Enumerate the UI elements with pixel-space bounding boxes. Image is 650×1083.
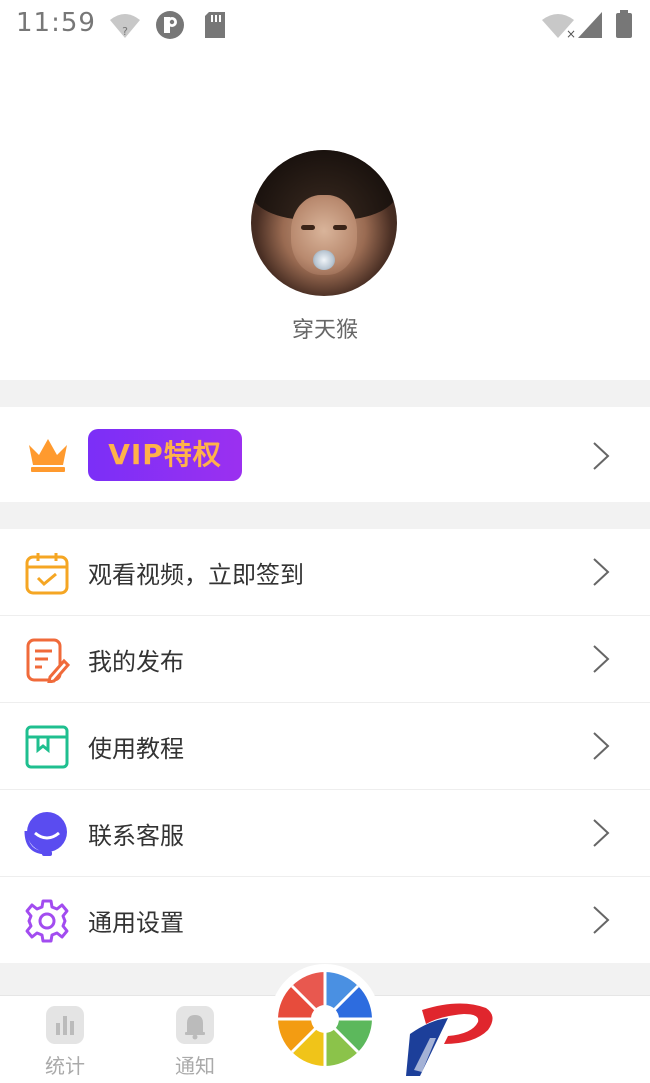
status-bar: 11:59 ? × (0, 0, 650, 50)
menu-item-label: 观看视频，立即签到 (88, 561, 304, 589)
color-wheel-icon[interactable] (270, 964, 380, 1074)
edit-doc-icon (26, 638, 70, 683)
vip-badge[interactable]: VIP特权 (88, 429, 242, 481)
menu-item-my-posts[interactable]: 我的发布 (0, 616, 650, 702)
tab-notifications[interactable]: 通知 (155, 1006, 235, 1078)
tab-label: 通知 (175, 1054, 215, 1078)
section-gap (0, 380, 650, 407)
chevron-right-icon (593, 645, 610, 673)
menu-item-label: 使用教程 (88, 735, 184, 763)
username: 穿天猴 (291, 318, 358, 343)
chevron-right-icon (593, 906, 610, 934)
p-logo-icon (406, 1003, 493, 1076)
menu-item-label: 通用设置 (88, 909, 184, 937)
chevron-right-icon (593, 819, 610, 847)
calendar-check-icon (25, 553, 69, 595)
bell-icon (176, 1006, 214, 1044)
chevron-right-icon (593, 558, 610, 586)
gear-icon (25, 899, 69, 943)
svg-text:×: × (566, 27, 576, 40)
crown-icon (29, 439, 67, 472)
sd-card-icon (205, 12, 225, 38)
stats-icon (46, 1006, 84, 1044)
menu-item-label: 我的发布 (88, 648, 184, 676)
menu-item-label: 联系客服 (88, 822, 184, 850)
wifi-unknown-icon: ? (110, 14, 140, 38)
section-gap (0, 502, 650, 529)
support-chat-icon (24, 812, 67, 856)
svg-text:?: ? (122, 25, 128, 38)
menu-item-support[interactable]: 联系客服 (0, 790, 650, 876)
circle-app-icon (156, 11, 184, 39)
tutorial-box-icon (25, 725, 69, 769)
signal-icon (578, 12, 602, 38)
menu-item-settings[interactable]: 通用设置 (0, 877, 650, 963)
avatar[interactable] (251, 150, 397, 296)
tab-label: 统计 (45, 1054, 85, 1078)
status-time: 11:59 (16, 8, 96, 38)
battery-icon (616, 10, 632, 38)
chevron-right-icon (593, 442, 610, 470)
chevron-right-icon (593, 732, 610, 760)
menu-item-tutorial[interactable]: 使用教程 (0, 703, 650, 789)
tab-stats[interactable]: 统计 (25, 1006, 105, 1078)
menu-item-checkin[interactable]: 观看视频，立即签到 (0, 529, 650, 615)
wifi-x-icon: × (542, 14, 576, 40)
